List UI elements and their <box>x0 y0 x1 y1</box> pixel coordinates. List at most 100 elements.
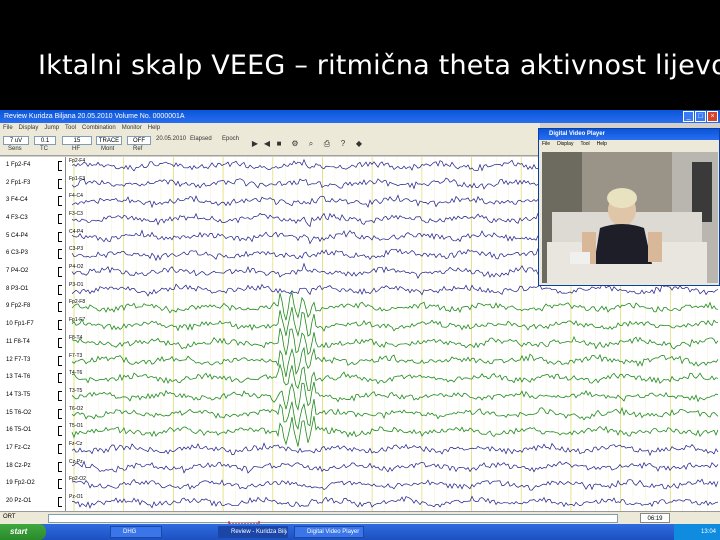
hf-select[interactable]: 15 <box>62 136 92 145</box>
channel-label[interactable]: 20 Pz-O1 <box>6 498 31 504</box>
trace-channel-label: Fp2-O2 <box>69 476 86 483</box>
sens-select[interactable]: 7 uV <box>3 136 29 145</box>
taskbar-item-video-player[interactable]: Digital Video Player <box>294 526 364 538</box>
mont-label: Mont <box>101 146 115 152</box>
search-icon[interactable]: ⌕ <box>306 139 316 149</box>
rewind-icon[interactable]: ◀ <box>262 139 272 149</box>
channel-scale-bracket <box>58 337 62 348</box>
trace-channel-label: T6-O2 <box>69 405 84 412</box>
channel-label[interactable]: 8 P3-O1 <box>6 286 28 292</box>
scroll-track[interactable] <box>48 514 618 528</box>
channel-label[interactable]: 13 T4-T6 <box>6 374 30 380</box>
slide: Iktalni skalp VEEG – ritmična theta akti… <box>0 0 720 540</box>
channel-label[interactable]: 3 F4-C4 <box>6 197 28 203</box>
channel-label[interactable]: 11 F8-T4 <box>6 339 30 345</box>
window-title: Review Kuridza Biljana 20.05.2010 Volume… <box>4 113 185 120</box>
trace-channel-label: C3-P3 <box>69 246 84 253</box>
eeg-trace-fp2-f4 <box>71 158 607 172</box>
channel-label[interactable]: 4 F3-C3 <box>6 215 28 221</box>
window-titlebar[interactable]: Review Kuridza Biljana 20.05.2010 Volume… <box>0 110 720 123</box>
channel-label[interactable]: 15 T6-O2 <box>6 410 31 416</box>
channel-label[interactable]: 6 C3-P3 <box>6 250 28 256</box>
close-icon[interactable]: × <box>707 111 718 122</box>
eeg-trace-fp2-o2 <box>71 478 719 491</box>
trace-channel-label: Fz-Cz <box>69 441 83 448</box>
channel-label[interactable]: 7 P4-O2 <box>6 268 28 274</box>
channel-label[interactable]: 17 Fz-Cz <box>6 445 30 451</box>
stop-icon[interactable]: ■ <box>274 139 284 149</box>
channel-scale-bracket <box>58 196 62 207</box>
maximize-icon[interactable]: □ <box>695 111 706 122</box>
channel-scale-bracket <box>58 373 62 384</box>
patient-video-image <box>542 152 718 283</box>
trace-channel-label: T4-T6 <box>69 370 83 377</box>
channel-scale-bracket <box>58 320 62 331</box>
taskbar-item-review[interactable]: Review - Kuridza Bilja... <box>218 526 288 538</box>
patient-video-frame <box>542 152 718 283</box>
play-icon[interactable]: ▶ <box>250 139 260 149</box>
channel-scale-bracket <box>58 390 62 401</box>
eeg-trace-t5-o1 <box>71 416 719 447</box>
video-player-window[interactable]: Digital Video Player File Display Tool H… <box>538 128 720 286</box>
ref-select[interactable]: OFF <box>127 136 151 145</box>
channel-label[interactable]: 2 Fp1-F3 <box>6 180 30 186</box>
eeg-trace-f7-t3 <box>71 346 719 377</box>
channel-scale-bracket <box>58 267 62 278</box>
print-icon[interactable]: ⎙ <box>322 139 332 149</box>
trace-channel-label: Fp2-F8 <box>69 299 86 306</box>
eeg-trace-f8-t4 <box>71 328 719 356</box>
marker-icon[interactable]: ◆ <box>354 139 364 149</box>
scroll-position: 06:19 <box>640 513 670 523</box>
trace-channel-label: F8-T4 <box>69 334 83 341</box>
channel-scale-bracket <box>58 426 62 437</box>
menu-help[interactable]: Help <box>148 123 160 133</box>
start-button[interactable]: start <box>0 524 46 540</box>
page-indicator: ORT <box>3 514 16 520</box>
channel-scale-bracket <box>58 497 62 508</box>
taskbar-item-dhg[interactable]: DHG <box>110 526 162 538</box>
video-menu-help[interactable]: Help <box>597 140 607 149</box>
video-player-title[interactable]: Digital Video Player <box>539 129 719 140</box>
menu-file[interactable]: File <box>3 123 13 133</box>
channel-label[interactable]: 10 Fp1-F7 <box>6 321 34 327</box>
menu-jump[interactable]: Jump <box>44 123 59 133</box>
minimize-icon[interactable]: _ <box>683 111 694 122</box>
time-scrollbar[interactable]: ORT 06:19 <box>0 511 720 528</box>
channel-scale-bracket <box>58 302 62 313</box>
video-menu-tool[interactable]: Tool <box>580 140 589 149</box>
eeg-trace-f4-c4 <box>71 194 607 209</box>
channel-label[interactable]: 14 T3-T5 <box>6 392 30 398</box>
system-clock: 13:04 <box>674 524 720 540</box>
channel-label[interactable]: 5 C4-P4 <box>6 233 28 239</box>
eeg-trace-fp1-f3 <box>71 177 607 190</box>
tc-select[interactable]: 0.1 <box>34 136 56 145</box>
channel-scale-bracket <box>58 178 62 189</box>
channel-label[interactable]: 19 Fp2-O2 <box>6 480 35 486</box>
settings-icon[interactable]: ⚙ <box>290 139 300 149</box>
eeg-trace-fz-cz <box>71 442 719 457</box>
trace-channel-label: T3-T5 <box>69 387 83 394</box>
ref-label: Ref <box>133 146 143 152</box>
channel-label[interactable]: 18 Cz-Pz <box>6 463 31 469</box>
date-readout: 20.05.2010 <box>156 136 187 142</box>
eeg-trace-t6-o2 <box>71 398 719 430</box>
channel-label[interactable]: 16 T5-O1 <box>6 427 31 433</box>
trace-channel-label: Cz-Pz <box>69 458 83 465</box>
trace-select[interactable]: TRACE <box>96 136 122 145</box>
menu-display[interactable]: Display <box>19 123 39 133</box>
video-player-menu: File Display Tool Help <box>539 140 719 149</box>
slide-title: Iktalni skalp VEEG – ritmična theta akti… <box>38 50 720 81</box>
channel-label[interactable]: 1 Fp2-F4 <box>6 162 30 168</box>
menu-tool[interactable]: Tool <box>65 123 76 133</box>
video-menu-display[interactable]: Display <box>557 140 573 149</box>
eeg-trace-t3-t5 <box>71 381 719 411</box>
help-icon[interactable]: ? <box>338 139 348 149</box>
menu-monitor[interactable]: Monitor <box>122 123 142 133</box>
channel-label[interactable]: 9 Fp2-F8 <box>6 303 30 309</box>
video-menu-file[interactable]: File <box>542 140 550 149</box>
channel-scale-bracket <box>58 160 62 171</box>
trace-channel-label: F7-T3 <box>69 352 83 359</box>
channel-label[interactable]: 12 F7-T3 <box>6 357 30 363</box>
eeg-trace-fp2-f8 <box>71 291 719 321</box>
menu-combination[interactable]: Combination <box>82 123 116 133</box>
